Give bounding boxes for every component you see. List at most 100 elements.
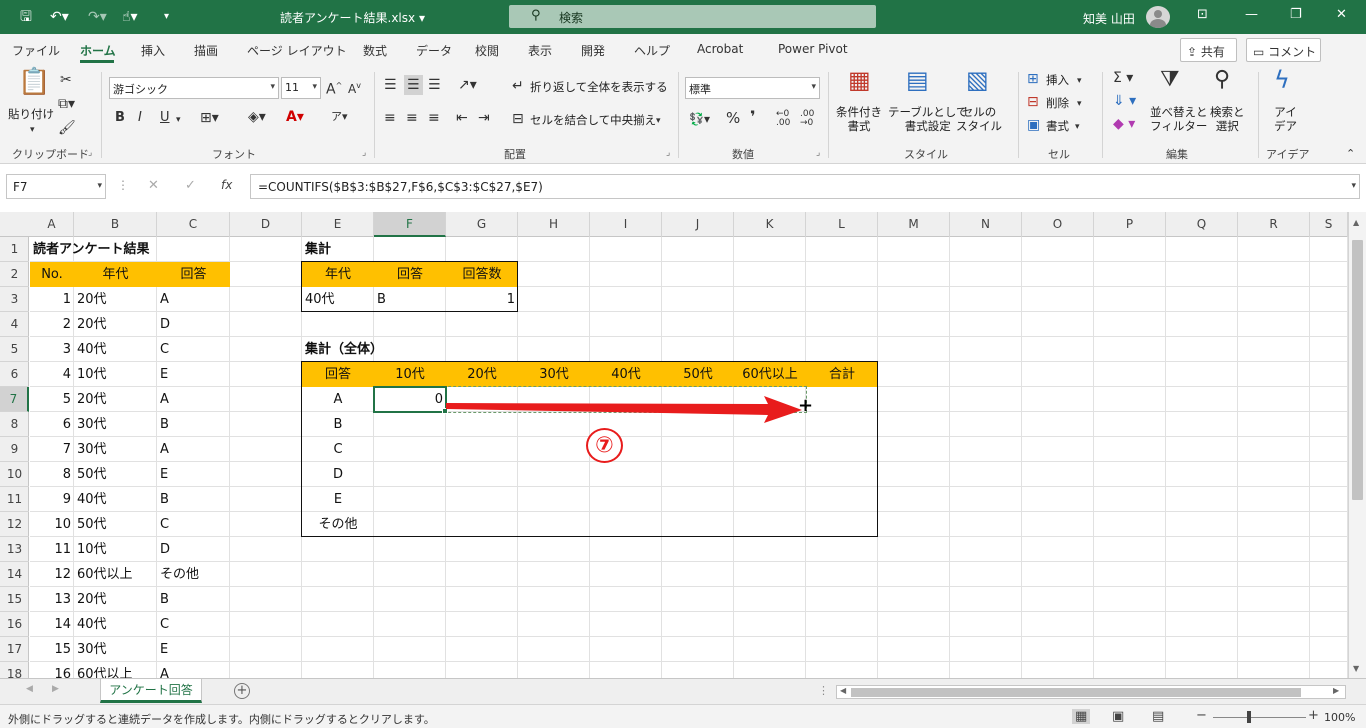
no-cell[interactable]: 16 bbox=[30, 662, 74, 678]
customize-toolbar-icon[interactable]: ▾ bbox=[164, 7, 169, 27]
number-format-select[interactable]: 標準 ▾ bbox=[685, 77, 820, 99]
answer-cell[interactable]: B bbox=[157, 412, 230, 437]
no-cell[interactable]: 2 bbox=[30, 312, 74, 337]
summary-header-cell[interactable]: 回答数 bbox=[446, 262, 518, 287]
row-header-4[interactable]: 4 bbox=[0, 312, 29, 337]
font-launcher-icon[interactable]: ⌟ bbox=[362, 148, 366, 158]
font-shrink-icon[interactable]: Av bbox=[348, 78, 361, 97]
tab-6[interactable]: データ bbox=[416, 42, 452, 59]
decrease-indent-icon[interactable]: ⇤ bbox=[456, 110, 468, 126]
format-cells-button[interactable]: 書式 bbox=[1046, 119, 1069, 133]
data-header-cell[interactable]: 年代 bbox=[74, 262, 157, 287]
increase-indent-icon[interactable]: ⇥ bbox=[478, 110, 490, 126]
horizontal-scrollbar[interactable]: ◀ ▶ bbox=[836, 685, 1346, 699]
align-middle-icon[interactable]: ☰ bbox=[404, 75, 423, 95]
ribbon-display-icon[interactable]: ⊡ bbox=[1197, 7, 1208, 22]
total-header-cell[interactable]: 20代 bbox=[446, 362, 518, 387]
tab-split-handle[interactable]: ⋮ bbox=[818, 684, 829, 697]
row-header-9[interactable]: 9 bbox=[0, 437, 29, 462]
vertical-scrollbar[interactable]: ▲ ▼ bbox=[1348, 212, 1366, 678]
touch-mode-icon[interactable]: ☝▾ bbox=[122, 7, 138, 27]
zoom-level[interactable]: 100% bbox=[1324, 711, 1355, 724]
delete-cells-button[interactable]: 削除 bbox=[1046, 96, 1069, 110]
col-header-E[interactable]: E bbox=[302, 212, 374, 237]
total-header-cell[interactable]: 40代 bbox=[590, 362, 662, 387]
row-header-16[interactable]: 16 bbox=[0, 612, 29, 637]
format-painter-icon[interactable]: 🖌 bbox=[58, 120, 76, 136]
tab-7[interactable]: 校閲 bbox=[475, 42, 499, 59]
total-label-cell[interactable]: その他 bbox=[302, 512, 374, 537]
no-cell[interactable]: 11 bbox=[30, 537, 74, 562]
no-cell[interactable]: 9 bbox=[30, 487, 74, 512]
col-header-R[interactable]: R bbox=[1238, 212, 1310, 237]
restore-icon[interactable]: ❐ bbox=[1290, 7, 1302, 22]
align-right-icon[interactable]: ≡ bbox=[428, 110, 440, 126]
fill-color-icon[interactable]: ◈▾ bbox=[248, 109, 266, 125]
no-cell[interactable]: 4 bbox=[30, 362, 74, 387]
font-name-select[interactable]: 游ゴシック ▾ bbox=[109, 77, 279, 99]
total-header-cell[interactable]: 60代以上 bbox=[734, 362, 806, 387]
font-color-icon[interactable]: A▾ bbox=[286, 109, 304, 125]
zoom-slider-thumb[interactable] bbox=[1247, 711, 1251, 723]
format-as-table-icon[interactable]: ▤ bbox=[906, 68, 929, 92]
search-box[interactable]: ⚲ 検索 bbox=[509, 5, 876, 28]
col-header-A[interactable]: A bbox=[30, 212, 74, 237]
clear-icon[interactable]: ◆ ▾ bbox=[1113, 116, 1135, 132]
sheet-grid[interactable]: 読者アンケート結果 No. 年代 回答 1 20代 A 2 20代 D 3 40代 C 4 10代 E 5 20代… bbox=[30, 237, 1348, 678]
alignment-launcher-icon[interactable]: ⌟ bbox=[666, 148, 670, 158]
answer-cell[interactable]: A bbox=[157, 287, 230, 312]
col-header-S[interactable]: S bbox=[1310, 212, 1348, 237]
border-icon[interactable]: ⊞▾ bbox=[200, 110, 219, 126]
collapse-ribbon-icon[interactable]: ⌃ bbox=[1346, 146, 1355, 162]
chevron-down-icon[interactable]: ▾ bbox=[1077, 96, 1082, 112]
decrease-decimal-icon[interactable]: .00 →0 bbox=[800, 110, 814, 128]
paste-icon[interactable]: 📋 bbox=[18, 69, 50, 95]
summary-title[interactable]: 集計 bbox=[302, 237, 374, 262]
row-header-11[interactable]: 11 bbox=[0, 487, 29, 512]
answer-cell[interactable]: E bbox=[157, 637, 230, 662]
fill-handle[interactable] bbox=[442, 408, 448, 414]
zoom-out-icon[interactable]: − bbox=[1196, 708, 1207, 723]
data-header-cell[interactable]: 回答 bbox=[157, 262, 230, 287]
ideas-button[interactable]: アイ デア bbox=[1274, 105, 1297, 133]
bold-icon[interactable]: B bbox=[115, 110, 125, 126]
summary-header-cell[interactable]: 年代 bbox=[302, 262, 374, 287]
avatar[interactable] bbox=[1146, 6, 1170, 28]
number-launcher-icon[interactable]: ⌟ bbox=[816, 148, 820, 158]
share-button[interactable]: ⇪ 共有 bbox=[1180, 38, 1237, 62]
font-grow-icon[interactable]: A^ bbox=[326, 78, 342, 98]
tab-1[interactable]: ホーム bbox=[80, 42, 116, 59]
total-label-cell[interactable]: C bbox=[302, 437, 374, 462]
total-label-cell[interactable]: E bbox=[302, 487, 374, 512]
close-icon[interactable]: ✕ bbox=[1336, 7, 1347, 22]
total-label-cell[interactable]: A bbox=[302, 387, 374, 412]
col-header-H[interactable]: H bbox=[518, 212, 590, 237]
align-left-icon[interactable]: ≡ bbox=[384, 110, 396, 126]
col-header-C[interactable]: C bbox=[157, 212, 230, 237]
tab-4[interactable]: ページ レイアウト bbox=[247, 42, 347, 59]
answer-cell[interactable]: A bbox=[157, 437, 230, 462]
chevron-down-icon[interactable]: ▾ bbox=[656, 113, 661, 129]
answer-cell[interactable]: C bbox=[157, 612, 230, 637]
data-header-cell[interactable]: No. bbox=[30, 262, 74, 287]
wrap-text-icon[interactable]: ↵ bbox=[512, 78, 524, 94]
col-header-Q[interactable]: Q bbox=[1166, 212, 1238, 237]
ideas-icon[interactable]: ϟ bbox=[1274, 68, 1290, 92]
italic-icon[interactable]: I bbox=[138, 110, 142, 126]
user-name[interactable]: 知美 山田 bbox=[1083, 10, 1135, 27]
no-cell[interactable]: 5 bbox=[30, 387, 74, 412]
answer-cell[interactable]: B bbox=[157, 487, 230, 512]
formula-input[interactable]: =COUNTIFS($B$3:$B$27,F$6,$C$3:$C$27,$E7)… bbox=[250, 174, 1360, 199]
tab-9[interactable]: 開発 bbox=[581, 42, 605, 59]
summary-header-cell[interactable]: 回答 bbox=[374, 262, 446, 287]
redo-icon[interactable]: ↷▾ bbox=[88, 7, 107, 27]
no-cell[interactable]: 12 bbox=[30, 562, 74, 587]
font-size-select[interactable]: 11 ▾ bbox=[281, 77, 321, 99]
no-cell[interactable]: 3 bbox=[30, 337, 74, 362]
summary-count-cell[interactable]: 1 bbox=[446, 287, 518, 312]
row-header-15[interactable]: 15 bbox=[0, 587, 29, 612]
scroll-right-icon[interactable]: ▶ bbox=[1333, 686, 1339, 695]
no-cell[interactable]: 13 bbox=[30, 587, 74, 612]
orientation-icon[interactable]: ↗▾ bbox=[458, 77, 477, 93]
col-header-P[interactable]: P bbox=[1094, 212, 1166, 237]
